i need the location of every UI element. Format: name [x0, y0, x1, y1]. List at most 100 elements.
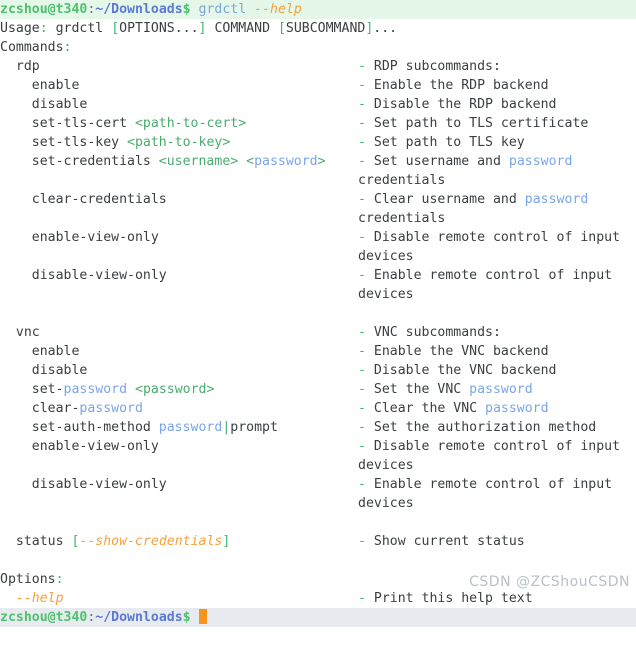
vnc-disable-view-only-cmd: disable-view-only: [0, 477, 167, 492]
prompt-line-bottom[interactable]: zcshou@t340:~/Downloads$: [0, 608, 636, 627]
vnc-disable-desc: Disable the VNC backend: [373, 363, 557, 378]
vnc-clear-password-desc-password: password: [485, 401, 549, 416]
help-option-desc: Print this help text: [373, 591, 533, 606]
rdp-set-credentials-arg-password: password: [254, 154, 318, 169]
vnc-clear-password-cell: clear-password: [0, 399, 143, 418]
dash-marker: -: [358, 192, 374, 207]
rdp-set-tls-key-desc: Set path to TLS key: [373, 135, 525, 150]
vnc-set-password-desc-password: password: [469, 382, 533, 397]
rdp-set-tls-cert-cell: set-tls-cert <path-to-cert>: [0, 114, 246, 133]
rdp-set-tls-cert-arg: <path-to-cert>: [134, 116, 247, 131]
rdp-enable-view-only-cont: devices: [358, 249, 414, 264]
dash-marker: -: [358, 401, 374, 416]
rdp-disable-row: disable - Disable the RDP backend: [0, 95, 636, 114]
dash-marker: -: [358, 382, 374, 397]
rdp-group-name: rdp: [0, 59, 40, 74]
vnc-disable-row: disable - Disable the VNC backend: [0, 361, 636, 380]
text-cursor[interactable]: [198, 609, 207, 624]
vnc-group-desc: VNC subcommands:: [373, 325, 501, 340]
vnc-clear-password-cmd-prefix: clear-: [0, 401, 80, 416]
vnc-enable-view-only-desc: Disable remote control of input: [373, 439, 621, 454]
rdp-disable-desc-cell: - Disable the RDP backend: [358, 95, 557, 114]
vnc-set-auth-method-password: password: [158, 420, 223, 435]
vnc-clear-password-desc-cell: - Clear the VNC password: [358, 399, 549, 418]
rdp-set-credentials-row: set-credentials <username> <password> - …: [0, 152, 636, 171]
status-row: status [--show-credentials] - Show curre…: [0, 532, 636, 551]
vnc-set-auth-method-desc-cell: - Set the authorization method: [358, 418, 596, 437]
dash-marker: -: [358, 154, 374, 169]
status-cell: status [--show-credentials]: [0, 532, 230, 551]
rdp-group-desc-cell: - RDP subcommands:: [358, 57, 501, 76]
status-flag-show-credentials: --show-credentials: [79, 534, 223, 549]
vnc-enable-view-only-cont: devices: [358, 458, 414, 473]
rdp-enable-row: enable - Enable the RDP backend: [0, 76, 636, 95]
vnc-disable-view-only-desc: Enable remote control of input: [373, 477, 613, 492]
help-option-flag: --help: [0, 591, 64, 606]
rdp-set-credentials-cell: set-credentials <username> <password>: [0, 152, 326, 171]
options-header: Options:: [0, 570, 636, 589]
spacer-after-rdp: [0, 304, 636, 323]
options-colon: :: [55, 572, 64, 587]
commands-header: Commands:: [0, 38, 636, 57]
vnc-enable-desc-cell: - Enable the VNC backend: [358, 342, 549, 361]
rdp-enable-desc-cell: - Enable the RDP backend: [358, 76, 549, 95]
vnc-disable-view-only-cont-row: devices: [0, 494, 636, 513]
vnc-disable-desc-cell: - Disable the VNC backend: [358, 361, 557, 380]
vnc-enable-desc: Enable the VNC backend: [373, 344, 549, 359]
dash-marker: -: [358, 439, 374, 454]
usage-middle: COMMAND: [206, 21, 278, 36]
rdp-set-credentials-cmd: set-credentials: [0, 154, 159, 169]
rdp-disable-cmd: disable: [0, 97, 88, 112]
rdp-disable-view-only-cont-row: devices: [0, 285, 636, 304]
status-bracket-close: ]: [222, 534, 231, 549]
vnc-set-auth-method-row: set-auth-method password|prompt - Set th…: [0, 418, 636, 437]
rdp-clear-credentials-desc: Clear username and: [373, 192, 525, 207]
rdp-enable-view-only-cont-row: devices: [0, 247, 636, 266]
status-desc: Show current status: [373, 534, 525, 549]
usage-bracket-close: ]: [198, 21, 207, 36]
rdp-disable-desc: Disable the RDP backend: [373, 97, 557, 112]
dash-marker: -: [358, 78, 374, 93]
prompt-colon: :: [87, 610, 96, 625]
status-desc-cell: - Show current status: [358, 532, 525, 551]
usage-label: Usage: [0, 21, 40, 36]
vnc-enable-view-only-cont-row: devices: [0, 456, 636, 475]
prompt-user-host: zcshou@t340: [0, 610, 88, 625]
usage-bracket-open-2: [: [277, 21, 286, 36]
rdp-enable-view-only-desc-cell: - Disable remote control of input: [358, 228, 620, 247]
usage-colon: :: [39, 21, 48, 36]
vnc-group-desc-cell: - VNC subcommands:: [358, 323, 501, 342]
vnc-enable-view-only-desc-cell: - Disable remote control of input: [358, 437, 620, 456]
prompt-user-host: zcshou@t340: [0, 2, 88, 17]
dash-marker: -: [358, 97, 374, 112]
vnc-set-password-row: set-password <password> - Set the VNC pa…: [0, 380, 636, 399]
dash-marker: -: [358, 344, 374, 359]
spacer-after-status: [0, 551, 636, 570]
rdp-set-tls-key-desc-cell: - Set path to TLS key: [358, 133, 525, 152]
commands-colon: :: [63, 40, 72, 55]
status-cmd: status: [0, 534, 72, 549]
usage-command: grdctl: [47, 21, 112, 36]
dash-marker: -: [358, 116, 374, 131]
vnc-set-auth-method-desc: Set the authorization method: [373, 420, 597, 435]
rdp-set-credentials-desc: Set username and: [373, 154, 509, 169]
rdp-clear-credentials-cont: credentials: [358, 211, 446, 226]
rdp-set-credentials-desc-cell: - Set username and password: [358, 152, 572, 171]
dash-marker: -: [358, 591, 374, 606]
dash-marker: -: [358, 363, 374, 378]
usage-bracket-open: [: [111, 21, 120, 36]
vnc-enable-row: enable - Enable the VNC backend: [0, 342, 636, 361]
rdp-set-tls-key-row: set-tls-key <path-to-key> - Set path to …: [0, 133, 636, 152]
vnc-set-password-cell: set-password <password>: [0, 380, 215, 399]
vnc-group-name: vnc: [0, 325, 40, 340]
rdp-enable-view-only-desc: Disable remote control of input: [373, 230, 621, 245]
vnc-disable-view-only-cont: devices: [358, 496, 414, 511]
space-sep: [191, 610, 199, 625]
rdp-disable-view-only-desc-cell: - Enable remote control of input: [358, 266, 612, 285]
rdp-set-credentials-desc-password: password: [508, 154, 573, 169]
rdp-group-row: rdp - RDP subcommands:: [0, 57, 636, 76]
vnc-disable-view-only-desc-cell: - Enable remote control of input: [358, 475, 612, 494]
rdp-clear-credentials-cont-row: credentials: [0, 209, 636, 228]
prompt-dollar: $: [182, 2, 191, 17]
rdp-set-credentials-arg: <username> <: [158, 154, 255, 169]
